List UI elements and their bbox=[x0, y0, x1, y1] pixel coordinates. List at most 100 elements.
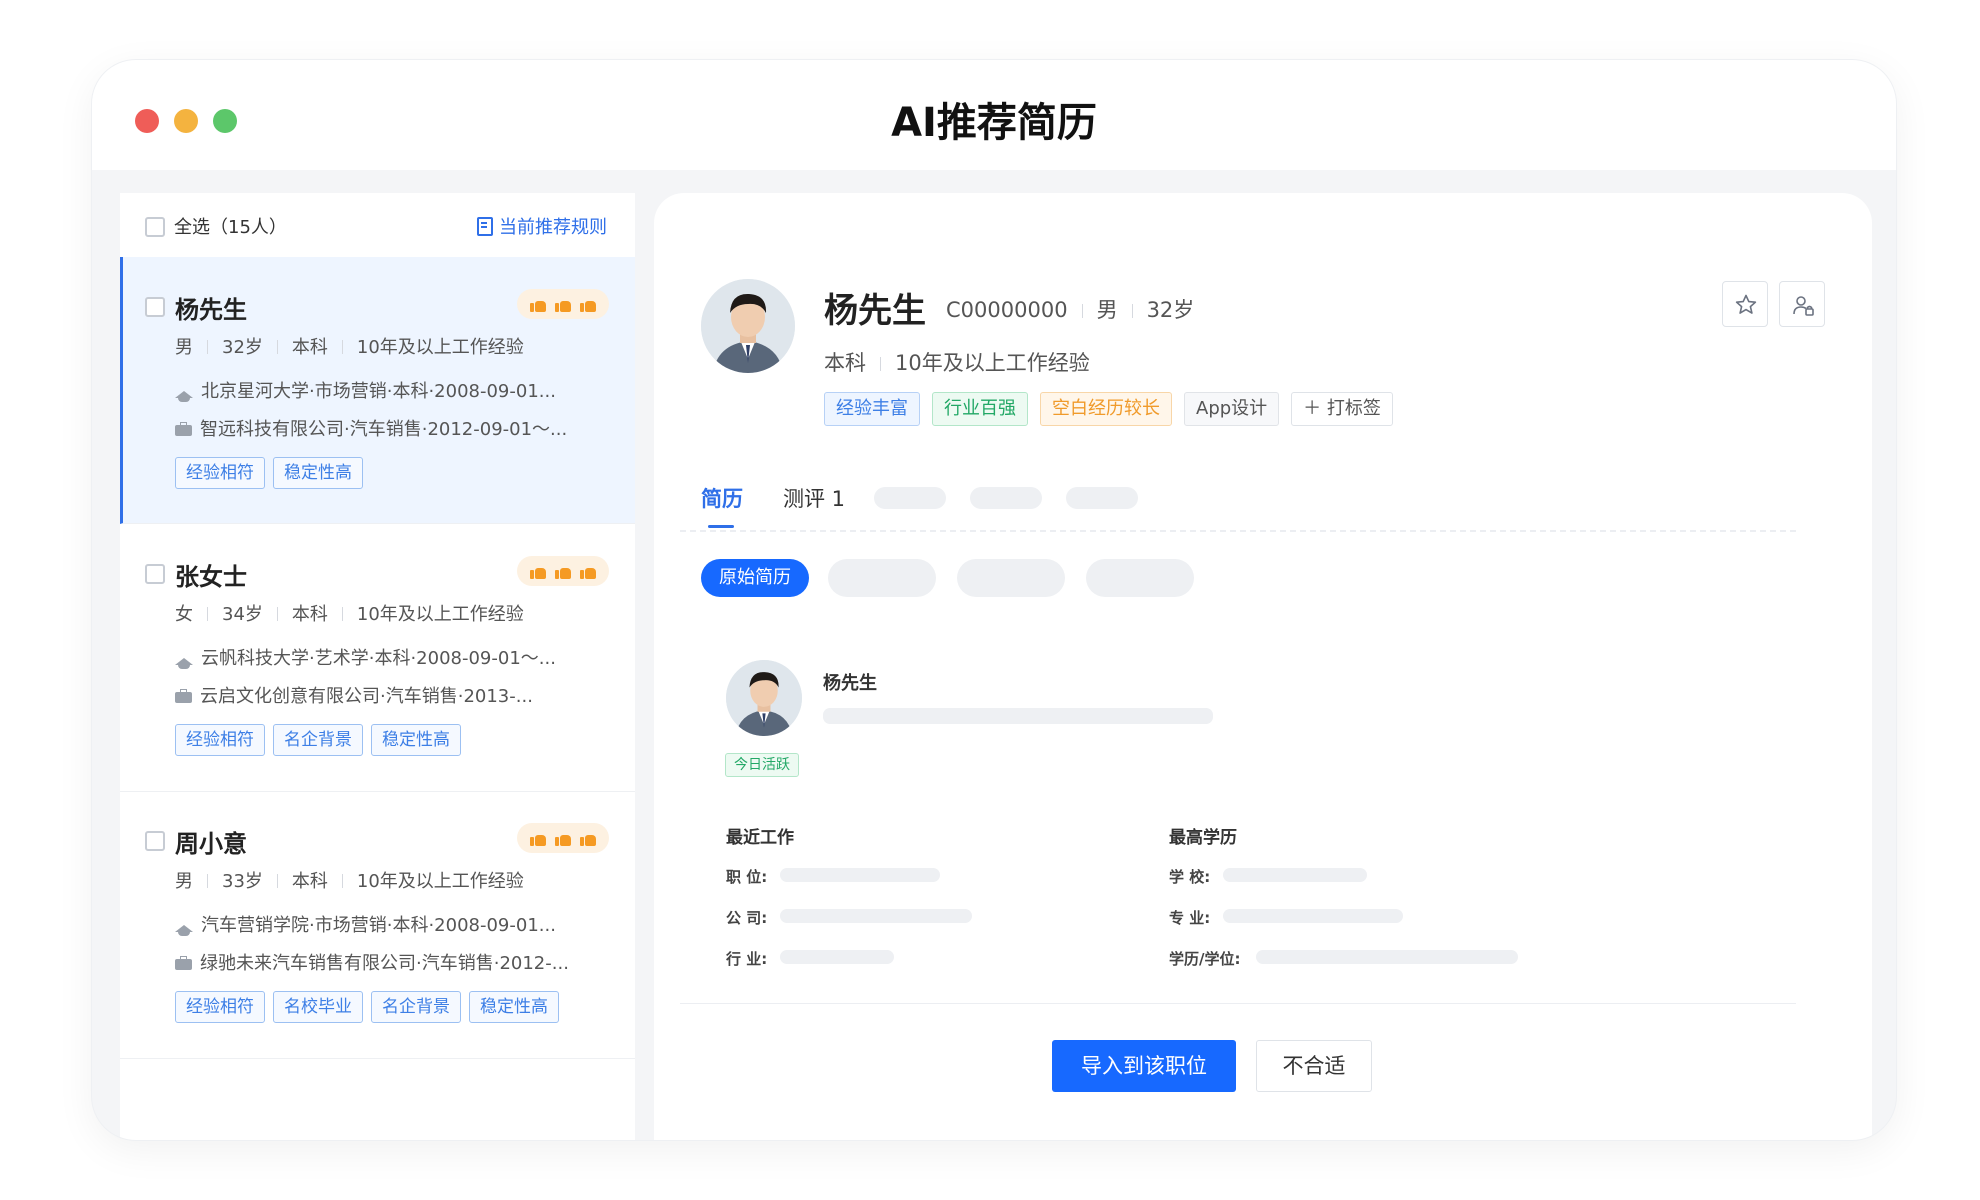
candidate-age: 34岁 bbox=[222, 604, 263, 625]
graduation-cap-icon bbox=[175, 391, 193, 402]
candidate-tag: 名企背景 bbox=[371, 991, 461, 1023]
candidate-meta: 女 34岁 本科 10年及以上工作经验 bbox=[175, 600, 524, 626]
candidate-work: 绿驰未来汽车销售有限公司·汽车销售·2012-... bbox=[175, 949, 605, 975]
divider bbox=[880, 357, 881, 371]
graduation-cap-icon bbox=[175, 658, 193, 669]
candidate-name: 杨先生 bbox=[175, 296, 247, 324]
divider bbox=[276, 607, 278, 621]
candidate-card-2[interactable]: 张女士 女 34岁 本科 10年及以上工作经验 云帆科技大学·艺术学·本科·2008-… bbox=[120, 524, 635, 792]
title-bar: AI推荐简历 bbox=[92, 60, 1896, 170]
divider bbox=[341, 340, 343, 354]
app-window: AI推荐简历 全选（15人） 当前推荐规则 杨先生 男 32岁 本科 10年及以上工作… bbox=[92, 60, 1896, 1140]
avatar-image bbox=[701, 279, 795, 373]
tab-resume[interactable]: 简历 bbox=[701, 483, 743, 528]
placeholder-bar bbox=[780, 950, 894, 964]
work-text: 绿驰未来汽车销售有限公司·汽车销售·2012-... bbox=[200, 953, 569, 974]
placeholder-bar bbox=[1223, 868, 1367, 882]
detail-meta: C00000000 男 32岁 bbox=[946, 294, 1194, 324]
tab-placeholder[interactable] bbox=[874, 487, 946, 509]
candidate-tags: 经验相符 名校毕业 名企背景 稳定性高 bbox=[175, 991, 559, 1023]
subtab-placeholder[interactable] bbox=[1086, 559, 1194, 597]
candidate-list: 全选（15人） 当前推荐规则 杨先生 男 32岁 本科 10年及以上工作经验 北京星河… bbox=[120, 193, 635, 1140]
candidate-education: 云帆科技大学·艺术学·本科·2008-09-01～... bbox=[175, 644, 605, 670]
candidate-gender: 男 bbox=[175, 871, 193, 892]
tabs-divider bbox=[680, 530, 1796, 532]
detail-experience: 10年及以上工作经验 bbox=[895, 351, 1090, 375]
detail-degree: 本科 bbox=[824, 351, 866, 375]
detail-id: C00000000 bbox=[946, 298, 1068, 322]
assign-user-button[interactable] bbox=[1779, 281, 1825, 327]
import-to-position-button[interactable]: 导入到该职位 bbox=[1052, 1040, 1236, 1092]
candidate-work: 智远科技有限公司·汽车销售·2012-09-01～... bbox=[175, 415, 605, 441]
major-label: 专 业: bbox=[1169, 909, 1211, 927]
tab-placeholder[interactable] bbox=[1066, 487, 1138, 509]
thumbs-up-icon bbox=[579, 564, 597, 579]
candidate-tag: 经验相符 bbox=[175, 724, 265, 756]
degree-label: 学历/学位: bbox=[1169, 950, 1241, 968]
divider bbox=[207, 607, 208, 621]
candidate-tags: 经验相符 稳定性高 bbox=[175, 457, 363, 489]
candidate-tag: 稳定性高 bbox=[273, 457, 363, 489]
placeholder-bar bbox=[1223, 909, 1403, 923]
briefcase-icon bbox=[175, 422, 192, 436]
select-all-checkbox[interactable] bbox=[145, 217, 165, 237]
thumbs-up-icon bbox=[529, 831, 547, 846]
candidate-tag: 名校毕业 bbox=[273, 991, 363, 1023]
briefcase-icon bbox=[175, 956, 192, 970]
tab-placeholder[interactable] bbox=[970, 487, 1042, 509]
candidate-experience: 10年及以上工作经验 bbox=[356, 604, 524, 625]
rating-badge bbox=[517, 289, 609, 319]
candidate-age: 32岁 bbox=[222, 337, 263, 358]
detail-tag: App设计 bbox=[1184, 392, 1280, 426]
add-tag-button[interactable]: ＋ 打标签 bbox=[1291, 392, 1393, 426]
candidate-tag: 稳定性高 bbox=[469, 991, 559, 1023]
reject-button[interactable]: 不合适 bbox=[1256, 1040, 1372, 1092]
subtab-placeholder[interactable] bbox=[957, 559, 1065, 597]
footer-divider bbox=[680, 1003, 1796, 1004]
thumbs-up-icon bbox=[554, 297, 572, 312]
document-icon bbox=[477, 217, 493, 236]
candidate-work: 云启文化创意有限公司·汽车销售·2013-... bbox=[175, 682, 605, 708]
resume-avatar bbox=[726, 660, 802, 736]
detail-tag: 空白经历较长 bbox=[1040, 392, 1172, 426]
candidate-experience: 10年及以上工作经验 bbox=[356, 871, 524, 892]
tab-evaluation[interactable]: 测评 1 bbox=[783, 483, 845, 513]
recent-work-title: 最近工作 bbox=[726, 828, 794, 848]
candidate-meta: 男 32岁 本科 10年及以上工作经验 bbox=[175, 333, 524, 359]
highest-education-title: 最高学历 bbox=[1169, 828, 1237, 848]
thumbs-up-icon bbox=[579, 297, 597, 312]
candidate-degree: 本科 bbox=[291, 871, 328, 892]
star-icon bbox=[1735, 294, 1757, 314]
thumbs-up-icon bbox=[554, 831, 572, 846]
placeholder-bar bbox=[823, 708, 1213, 724]
education-text: 北京星河大学·市场营销·本科·2008-09-01... bbox=[201, 381, 556, 402]
divider bbox=[341, 874, 343, 888]
rating-badge bbox=[517, 823, 609, 853]
candidate-experience: 10年及以上工作经验 bbox=[356, 337, 524, 358]
candidate-education: 汽车营销学院·市场营销·本科·2008-09-01... bbox=[175, 911, 605, 937]
favorite-button[interactable] bbox=[1722, 281, 1768, 327]
detail-gender: 男 bbox=[1096, 298, 1118, 322]
candidate-checkbox[interactable] bbox=[145, 564, 165, 584]
placeholder-bar bbox=[780, 868, 940, 882]
thumbs-up-icon bbox=[554, 564, 572, 579]
candidate-checkbox[interactable] bbox=[145, 831, 165, 851]
candidate-name: 周小意 bbox=[175, 830, 247, 858]
select-all-label[interactable]: 全选（15人） bbox=[174, 213, 287, 239]
divider bbox=[276, 340, 278, 354]
candidate-degree: 本科 bbox=[291, 337, 328, 358]
candidate-age: 33岁 bbox=[222, 871, 263, 892]
candidate-tag: 经验相符 bbox=[175, 991, 265, 1023]
detail-tag: 行业百强 bbox=[932, 392, 1028, 426]
candidate-checkbox[interactable] bbox=[145, 297, 165, 317]
candidate-avatar bbox=[701, 279, 795, 373]
rating-badge bbox=[517, 556, 609, 586]
candidate-card-1[interactable]: 杨先生 男 32岁 本科 10年及以上工作经验 北京星河大学·市场营销·本科·2008… bbox=[120, 257, 635, 524]
recommend-rule-link[interactable]: 当前推荐规则 bbox=[477, 213, 607, 239]
subtab-original-resume[interactable]: 原始简历 bbox=[701, 559, 809, 597]
window-title: AI推荐简历 bbox=[891, 100, 1097, 146]
candidate-card-3[interactable]: 周小意 男 33岁 本科 10年及以上工作经验 汽车营销学院·市场营销·本科·2008… bbox=[120, 791, 635, 1059]
subtab-placeholder[interactable] bbox=[828, 559, 936, 597]
active-badge: 今日活跃 bbox=[725, 753, 799, 777]
candidate-tag: 名企背景 bbox=[273, 724, 363, 756]
